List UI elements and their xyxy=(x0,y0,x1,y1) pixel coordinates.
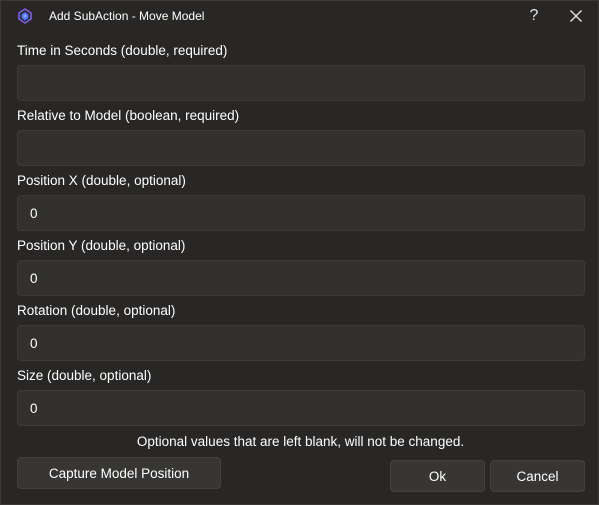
optional-values-note: Optional values that are left blank, wil… xyxy=(136,434,465,449)
capture-model-position-button[interactable]: Capture Model Position xyxy=(17,457,221,489)
close-icon xyxy=(570,10,582,22)
position-x-input[interactable] xyxy=(17,195,585,231)
position-y-label: Position Y (double, optional) xyxy=(17,238,186,253)
close-button[interactable] xyxy=(561,1,591,31)
ok-button-label: Ok xyxy=(428,468,447,484)
size-label: Size (double, optional) xyxy=(17,368,152,383)
time-seconds-input[interactable] xyxy=(17,65,585,101)
relative-to-model-label: Relative to Model (boolean, required) xyxy=(17,108,240,123)
rotation-label: Rotation (double, optional) xyxy=(17,303,176,318)
help-icon: ? xyxy=(529,7,539,24)
position-y-input[interactable] xyxy=(17,260,585,296)
position-x-label: Position X (double, optional) xyxy=(17,173,186,188)
title-bar: Add SubAction - Move Model ? xyxy=(1,1,598,31)
ok-button[interactable]: Ok xyxy=(390,460,485,492)
window-title: Add SubAction - Move Model xyxy=(49,9,205,23)
dialog-window: Add SubAction - Move Model ? Time in Sec… xyxy=(0,0,599,505)
cancel-button-label: Cancel xyxy=(516,468,559,484)
rotation-input[interactable] xyxy=(17,325,585,361)
size-input[interactable] xyxy=(17,390,585,426)
capture-button-label: Capture Model Position xyxy=(48,465,190,481)
app-logo-icon xyxy=(17,8,33,24)
help-button[interactable]: ? xyxy=(521,1,547,31)
relative-to-model-input[interactable] xyxy=(17,130,585,166)
cancel-button[interactable]: Cancel xyxy=(490,460,585,492)
time-seconds-label: Time in Seconds (double, required) xyxy=(17,43,228,58)
